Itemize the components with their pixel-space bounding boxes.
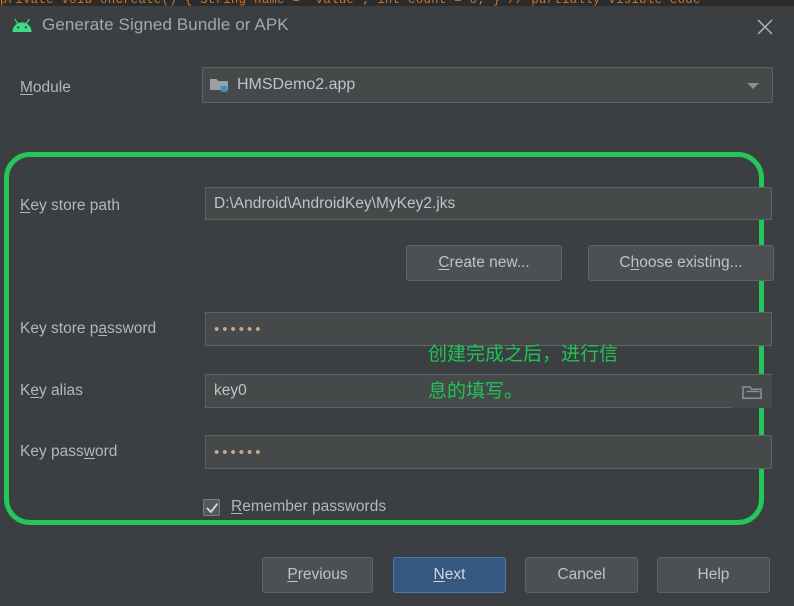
module-dropdown[interactable]: HMSDemo2.app (202, 67, 773, 103)
key-store-password-label: Key store password (20, 320, 157, 337)
android-icon (12, 19, 32, 32)
key-alias-label: Key alias (20, 382, 83, 399)
remember-passwords-label: Remember passwords (231, 498, 387, 515)
key-store-path-input[interactable]: D:\Android\AndroidKey\MyKey2.jks (205, 187, 772, 220)
key-alias-input[interactable]: key0 (205, 374, 772, 408)
generate-signed-bundle-dialog: Generate Signed Bundle or APK Module HMS… (0, 6, 794, 606)
key-alias-value: key0 (214, 382, 247, 399)
close-icon (757, 19, 773, 35)
dialog-titlebar: Generate Signed Bundle or APK (0, 6, 794, 48)
dialog-title: Generate Signed Bundle or APK (42, 15, 289, 34)
key-store-path-label: Key store path (20, 197, 120, 214)
help-button[interactable]: Help (657, 557, 770, 593)
choose-existing-button[interactable]: Choose existing... (588, 245, 774, 281)
folder-icon (741, 385, 762, 399)
create-new-button[interactable]: Create new... (406, 245, 562, 281)
module-folder-icon (210, 79, 228, 92)
remember-passwords-row[interactable]: Remember passwords (203, 498, 386, 516)
key-password-input[interactable]: •••••• (205, 435, 772, 469)
key-store-password-input[interactable]: •••••• (205, 312, 772, 346)
previous-button[interactable]: Previous (262, 557, 373, 593)
cancel-button[interactable]: Cancel (525, 557, 638, 593)
close-button[interactable] (752, 14, 778, 40)
remember-passwords-checkbox[interactable] (203, 498, 220, 516)
next-button[interactable]: Next (393, 557, 506, 593)
key-store-path-value: D:\Android\AndroidKey\MyKey2.jks (214, 194, 456, 212)
key-alias-browse-button[interactable] (731, 375, 772, 408)
chevron-down-icon (747, 83, 759, 89)
checkmark-icon (206, 502, 218, 513)
module-label: Module (20, 79, 71, 96)
key-password-value: •••••• (214, 443, 264, 461)
module-selected-value: HMSDemo2.app (237, 76, 356, 93)
key-password-label: Key password (20, 443, 118, 460)
key-store-password-value: •••••• (214, 320, 264, 338)
